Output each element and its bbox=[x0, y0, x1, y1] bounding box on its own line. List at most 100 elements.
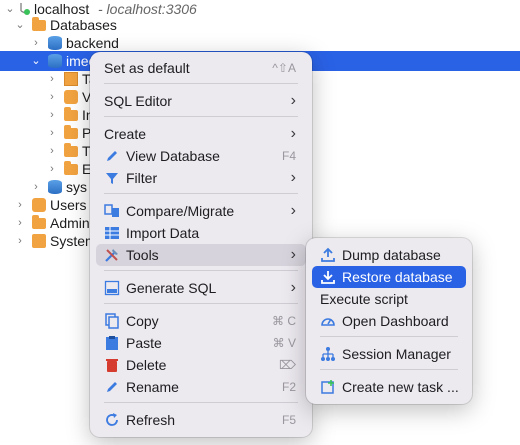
folder-icon bbox=[64, 143, 78, 157]
view-database-shortcut: F4 bbox=[281, 149, 296, 163]
sql-editor-label: SQL Editor bbox=[104, 93, 172, 109]
menu-item-generate-sql[interactable]: Generate SQL › bbox=[96, 277, 306, 299]
chevron-right-icon[interactable]: › bbox=[46, 70, 58, 88]
execute-script-label: Execute script bbox=[320, 291, 408, 307]
dump-database-label: Dump database bbox=[342, 247, 441, 263]
chevron-right-icon[interactable]: › bbox=[14, 196, 26, 214]
upload-icon bbox=[320, 247, 336, 263]
tools-submenu: Dump database Restore database Execute s… bbox=[306, 238, 472, 404]
databases-label: Databases bbox=[50, 17, 117, 33]
tree-node-databases[interactable]: ⌄ Databases bbox=[0, 16, 520, 34]
copy-icon bbox=[104, 313, 120, 329]
menu-separator bbox=[320, 369, 458, 370]
paste-label: Paste bbox=[126, 335, 162, 351]
folder-icon bbox=[64, 125, 78, 139]
sql-icon bbox=[104, 280, 120, 296]
trash-icon bbox=[104, 357, 120, 373]
chevron-down-icon[interactable]: ⌄ bbox=[30, 51, 42, 69]
delete-shortcut: ⌦ bbox=[279, 358, 296, 372]
menu-separator bbox=[320, 336, 458, 337]
dashboard-gauge-icon bbox=[320, 313, 336, 329]
view-icon bbox=[64, 90, 78, 104]
users-icon bbox=[32, 198, 46, 212]
menu-item-import-data[interactable]: Import Data bbox=[96, 222, 306, 244]
menu-separator bbox=[104, 193, 298, 194]
folder-icon bbox=[64, 161, 78, 175]
database-icon bbox=[48, 54, 62, 68]
download-icon bbox=[320, 269, 336, 285]
submenu-item-dump-database[interactable]: Dump database bbox=[312, 244, 466, 266]
session-tree-icon bbox=[320, 346, 336, 362]
tools-icon bbox=[104, 247, 120, 263]
menu-separator bbox=[104, 83, 298, 84]
menu-item-set-default[interactable]: Set as default ^⇧A bbox=[96, 57, 306, 79]
refresh-shortcut: F5 bbox=[281, 413, 296, 427]
chevron-right-icon: › bbox=[290, 92, 296, 109]
connection-icon bbox=[18, 2, 32, 16]
menu-item-create[interactable]: Create › bbox=[96, 123, 306, 145]
menu-item-refresh[interactable]: Refresh F5 bbox=[96, 409, 306, 431]
chevron-right-icon: › bbox=[290, 125, 296, 142]
compare-migrate-label: Compare/Migrate bbox=[126, 203, 235, 219]
database-icon bbox=[48, 36, 62, 50]
menu-separator bbox=[104, 303, 298, 304]
submenu-item-session-manager[interactable]: Session Manager bbox=[312, 343, 466, 365]
menu-item-view-database[interactable]: View Database F4 bbox=[96, 145, 306, 167]
chevron-right-icon[interactable]: › bbox=[46, 88, 58, 106]
database-icon bbox=[48, 180, 62, 194]
db-sys-label: sys bbox=[66, 179, 87, 195]
filter-icon bbox=[104, 170, 120, 186]
submenu-item-restore-database[interactable]: Restore database bbox=[312, 266, 466, 288]
chevron-down-icon[interactable]: ⌄ bbox=[14, 16, 26, 34]
set-default-shortcut: ^⇧A bbox=[272, 61, 296, 75]
menu-separator bbox=[104, 116, 298, 117]
chevron-right-icon[interactable]: › bbox=[46, 160, 58, 178]
chevron-right-icon: › bbox=[290, 246, 296, 263]
menu-item-sql-editor[interactable]: SQL Editor › bbox=[96, 90, 306, 112]
folder-icon bbox=[32, 17, 46, 31]
new-task-icon bbox=[320, 379, 336, 395]
import-table-icon bbox=[104, 225, 120, 241]
context-menu: Set as default ^⇧A SQL Editor › Create ›… bbox=[90, 52, 312, 437]
copy-label: Copy bbox=[126, 313, 159, 329]
pencil-icon bbox=[104, 148, 120, 164]
paste-shortcut: ⌘ V bbox=[272, 336, 296, 350]
chevron-right-icon: › bbox=[290, 202, 296, 219]
chevron-right-icon[interactable]: › bbox=[46, 124, 58, 142]
table-icon bbox=[64, 72, 78, 86]
chevron-right-icon[interactable]: › bbox=[30, 34, 42, 52]
create-task-label: Create new task ... bbox=[342, 379, 459, 395]
menu-item-tools[interactable]: Tools › bbox=[96, 244, 306, 266]
menu-item-rename[interactable]: Rename F2 bbox=[96, 376, 306, 398]
folder-icon bbox=[64, 107, 78, 121]
administer-label: Admini bbox=[50, 215, 93, 231]
chevron-right-icon: › bbox=[290, 279, 296, 296]
import-data-label: Import Data bbox=[126, 225, 200, 241]
rename-label: Rename bbox=[126, 379, 179, 395]
rename-shortcut: F2 bbox=[281, 380, 296, 394]
chevron-right-icon[interactable]: › bbox=[14, 214, 26, 232]
rename-pencil-icon bbox=[104, 379, 120, 395]
generate-sql-label: Generate SQL bbox=[126, 280, 217, 296]
menu-item-filter[interactable]: Filter › bbox=[96, 167, 306, 189]
chevron-right-icon[interactable]: › bbox=[46, 106, 58, 124]
chevron-right-icon[interactable]: › bbox=[30, 178, 42, 196]
paste-icon bbox=[104, 335, 120, 351]
chevron-right-icon[interactable]: › bbox=[14, 232, 26, 250]
create-label: Create bbox=[104, 126, 147, 142]
submenu-item-open-dashboard[interactable]: Open Dashboard bbox=[312, 310, 466, 332]
delete-label: Delete bbox=[126, 357, 167, 373]
submenu-item-execute-script[interactable]: Execute script bbox=[312, 288, 466, 310]
tree-node-db-backend[interactable]: › backend bbox=[0, 34, 520, 52]
refresh-icon bbox=[104, 412, 120, 428]
submenu-item-create-task[interactable]: Create new task ... bbox=[312, 376, 466, 398]
menu-separator bbox=[104, 402, 298, 403]
copy-shortcut: ⌘ C bbox=[272, 314, 296, 328]
chevron-right-icon[interactable]: › bbox=[46, 142, 58, 160]
set-default-label: Set as default bbox=[104, 60, 190, 76]
users-label: Users bbox=[50, 197, 87, 213]
menu-item-compare-migrate[interactable]: Compare/Migrate › bbox=[96, 200, 306, 222]
menu-item-delete[interactable]: Delete ⌦ bbox=[96, 354, 306, 376]
menu-item-paste[interactable]: Paste ⌘ V bbox=[96, 332, 306, 354]
menu-item-copy[interactable]: Copy ⌘ C bbox=[96, 310, 306, 332]
